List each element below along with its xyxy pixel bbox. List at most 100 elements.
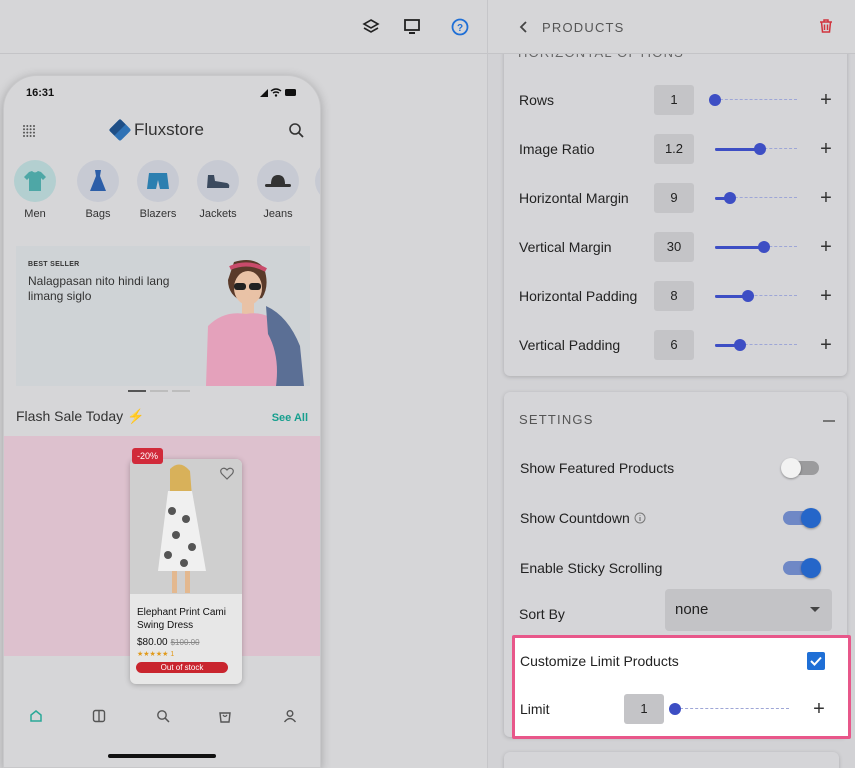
search-tab-icon[interactable]: [155, 708, 171, 724]
shirt-icon: [14, 160, 56, 202]
fluxstore-logo-icon: [108, 118, 132, 142]
svg-text:?: ?: [457, 23, 463, 34]
grid-menu-icon[interactable]: [22, 124, 36, 138]
categories-icon[interactable]: [91, 708, 107, 724]
shoe-icon: [197, 160, 239, 202]
featured-products-row: Show Featured Products: [504, 453, 839, 483]
option-label: Rows: [519, 92, 555, 108]
slider-thumb[interactable]: [754, 143, 766, 155]
shorts-icon: [137, 160, 179, 202]
search-icon[interactable]: [288, 122, 304, 138]
panel-title: PRODUCTS: [542, 20, 625, 35]
horizontal-options-card: Rows 1 + Image Ratio 1.2 + Horizontal Margin 9 +…: [504, 30, 847, 376]
sort-by-select[interactable]: none: [665, 589, 832, 631]
category-men[interactable]: Men: [12, 160, 58, 220]
promo-banner[interactable]: BEST SELLER Nalagpasan nito hindi lang l…: [16, 246, 310, 386]
slider-thumb[interactable]: [742, 290, 754, 302]
option-value[interactable]: 1: [654, 85, 694, 115]
flash-sale-title: Flash Sale Today ⚡: [16, 408, 145, 424]
option-label: Vertical Padding: [519, 337, 621, 353]
banner-text: Nalagpasan nito hindi lang limang siglo: [28, 274, 170, 303]
delete-icon[interactable]: [818, 18, 834, 34]
plus-button[interactable]: +: [814, 137, 838, 161]
product-name: Elephant Print Cami Swing Dress: [137, 607, 226, 631]
home-icon[interactable]: [28, 708, 44, 724]
checkmark-icon: [810, 656, 822, 666]
preview-toolbar: ?: [0, 0, 487, 54]
info-icon[interactable]: [634, 512, 646, 524]
option-label: Image Ratio: [519, 141, 595, 157]
home-indicator: [108, 754, 216, 758]
rating-stars: ★★★★★ 1: [137, 651, 175, 658]
phone-preview: 16:31 Fluxstore Men Bags Blazers Jackets…: [3, 75, 321, 768]
option-value[interactable]: 1.2: [654, 134, 694, 164]
category-jeans[interactable]: Jeans: [255, 160, 301, 220]
stock-badge: Out of stock: [136, 662, 228, 673]
slider-thumb[interactable]: [709, 94, 721, 106]
slider-track[interactable]: [715, 99, 797, 101]
category-list: Men Bags Blazers Jackets Jeans: [12, 160, 320, 220]
slider-fill: [715, 246, 764, 249]
limit-value[interactable]: 1: [624, 694, 664, 724]
slider-thumb[interactable]: [724, 192, 736, 204]
banner-pagination: [128, 390, 190, 392]
product-price: $80.00 $100.00: [137, 637, 200, 648]
option-row-rows: Rows 1 +: [504, 85, 839, 115]
slider-thumb[interactable]: [734, 339, 746, 351]
see-all-link[interactable]: See All: [272, 412, 308, 424]
app-logo: Fluxstore: [108, 118, 204, 142]
slider-thumb[interactable]: [758, 241, 770, 253]
customize-limit-checkbox[interactable]: [807, 652, 825, 670]
hat-icon: [257, 160, 299, 202]
limit-plus-button[interactable]: +: [807, 697, 831, 721]
limit-slider-track[interactable]: [675, 708, 789, 710]
collapse-minus-icon[interactable]: [823, 420, 835, 422]
category-bags[interactable]: Bags: [75, 160, 121, 220]
category-blazers[interactable]: Blazers: [135, 160, 181, 220]
plus-button[interactable]: +: [814, 284, 838, 308]
settings-panel: PRODUCTS Rows 1 + Image Ratio 1.2 + Horizontal…: [488, 0, 855, 768]
status-bar: 16:31: [4, 76, 320, 110]
option-value[interactable]: 6: [654, 330, 694, 360]
next-section-card: [504, 752, 839, 768]
plus-button[interactable]: +: [814, 235, 838, 259]
option-row-image-ratio: Image Ratio 1.2 +: [504, 134, 839, 164]
option-label: Horizontal Padding: [519, 288, 638, 304]
settings-title: SETTINGS: [519, 412, 594, 427]
limit-slider-thumb[interactable]: [669, 703, 681, 715]
sticky-scrolling-row: Enable Sticky Scrolling: [504, 553, 839, 583]
panel-header: PRODUCTS: [488, 0, 855, 54]
product-old-price: $100.00: [170, 638, 200, 647]
category-jackets[interactable]: Jackets: [195, 160, 241, 220]
signal-wifi-battery-icon: [260, 88, 296, 97]
option-row-horizontal-margin: Horizontal Margin 9 +: [504, 183, 839, 213]
option-label: Horizontal Margin: [519, 190, 629, 206]
option-value[interactable]: 9: [654, 183, 694, 213]
help-icon[interactable]: ?: [449, 16, 471, 38]
dress-icon: [77, 160, 119, 202]
option-value[interactable]: 8: [654, 281, 694, 311]
plus-button[interactable]: +: [814, 186, 838, 210]
option-value[interactable]: 30: [654, 232, 694, 262]
preview-area: ? 16:31 Fluxstore Men Bags Blazers Jacke…: [0, 0, 487, 768]
category-more[interactable]: [315, 160, 320, 202]
plus-button[interactable]: +: [814, 333, 838, 357]
countdown-toggle[interactable]: [783, 508, 821, 528]
sticky-toggle[interactable]: [783, 558, 821, 578]
cart-icon[interactable]: [217, 708, 233, 724]
back-chevron-icon[interactable]: [516, 19, 532, 35]
desktop-icon[interactable]: [401, 16, 423, 38]
layers-icon[interactable]: [360, 16, 382, 38]
plus-button[interactable]: +: [814, 88, 838, 112]
chevron-down-icon: [810, 607, 820, 612]
app-name: Fluxstore: [134, 120, 204, 139]
discount-badge: -20%: [132, 448, 164, 464]
limit-row: Limit 1 +: [505, 694, 840, 724]
profile-icon[interactable]: [282, 708, 298, 724]
sort-by-row: Sort By none: [504, 589, 839, 631]
customize-limit-label: Customize Limit Products: [520, 653, 679, 669]
heart-icon[interactable]: [220, 467, 234, 480]
featured-toggle[interactable]: [781, 458, 819, 478]
option-row-vertical-margin: Vertical Margin 30 +: [504, 232, 839, 262]
product-card[interactable]: Elephant Print Cami Swing Dress $80.00 $1…: [130, 459, 242, 684]
